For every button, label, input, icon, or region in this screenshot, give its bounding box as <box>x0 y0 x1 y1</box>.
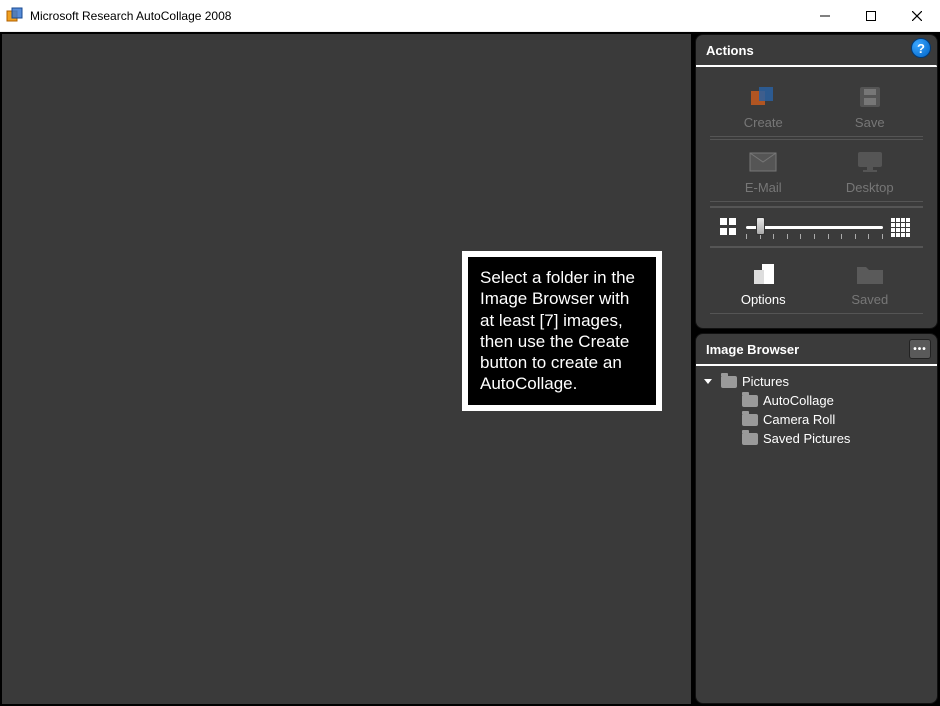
help-button[interactable]: ? <box>911 38 931 58</box>
app-icon <box>6 7 24 25</box>
image-browser-title: Image Browser <box>706 342 799 357</box>
actions-header: Actions ? <box>696 35 937 65</box>
side-panels: Actions ? Create Save <box>693 32 940 706</box>
options-button[interactable]: Options <box>710 252 817 313</box>
saved-folder-icon <box>855 262 885 286</box>
tree-node-saved-pictures[interactable]: Saved Pictures <box>700 429 933 448</box>
folder-icon <box>742 395 758 407</box>
create-label: Create <box>744 115 783 130</box>
folder-tree: Pictures AutoCollage Camera Roll Saved P… <box>696 366 937 454</box>
maximize-button[interactable] <box>848 0 894 31</box>
tree-label: AutoCollage <box>763 393 834 408</box>
desktop-icon <box>855 150 885 174</box>
hint-text: Select a folder in the Image Browser wit… <box>480 268 635 393</box>
save-label: Save <box>855 115 885 130</box>
grid-large-icon <box>891 218 913 236</box>
hint-card: Select a folder in the Image Browser wit… <box>462 251 662 411</box>
desktop-label: Desktop <box>846 180 894 195</box>
window-controls <box>802 0 940 31</box>
folder-icon <box>742 414 758 426</box>
save-icon <box>855 85 885 109</box>
browse-more-button[interactable]: ••• <box>909 339 931 359</box>
options-icon <box>748 262 778 286</box>
window-title: Microsoft Research AutoCollage 2008 <box>30 9 802 23</box>
create-icon <box>748 85 778 109</box>
actions-panel: Actions ? Create Save <box>695 34 938 329</box>
close-button[interactable] <box>894 0 940 31</box>
tree-label: Saved Pictures <box>763 431 850 446</box>
email-button[interactable]: E-Mail <box>710 140 817 201</box>
thumbnail-size-slider[interactable] <box>746 219 883 235</box>
options-label: Options <box>741 292 786 307</box>
titlebar: Microsoft Research AutoCollage 2008 <box>0 0 940 32</box>
desktop-button[interactable]: Desktop <box>817 140 924 201</box>
actions-title: Actions <box>706 43 754 58</box>
email-label: E-Mail <box>745 180 782 195</box>
grid-small-icon <box>720 218 738 236</box>
tree-label: Camera Roll <box>763 412 835 427</box>
folder-icon <box>742 433 758 445</box>
create-button[interactable]: Create <box>710 75 817 136</box>
minimize-button[interactable] <box>802 0 848 31</box>
thumbnail-size-row <box>710 206 923 248</box>
tree-label: Pictures <box>742 374 789 389</box>
content: Select a folder in the Image Browser wit… <box>0 32 940 706</box>
email-icon <box>748 150 778 174</box>
chevron-down-icon <box>704 379 712 384</box>
save-button[interactable]: Save <box>817 75 924 136</box>
saved-button[interactable]: Saved <box>817 252 924 313</box>
image-browser-header: Image Browser ••• <box>696 334 937 366</box>
saved-label: Saved <box>851 292 888 307</box>
canvas-area: Select a folder in the Image Browser wit… <box>0 32 693 706</box>
tree-node-autocollage[interactable]: AutoCollage <box>700 391 933 410</box>
folder-icon <box>721 376 737 388</box>
tree-node-pictures[interactable]: Pictures <box>700 372 933 391</box>
tree-node-camera-roll[interactable]: Camera Roll <box>700 410 933 429</box>
image-browser-panel: Image Browser ••• Pictures AutoCollage C… <box>695 333 938 704</box>
